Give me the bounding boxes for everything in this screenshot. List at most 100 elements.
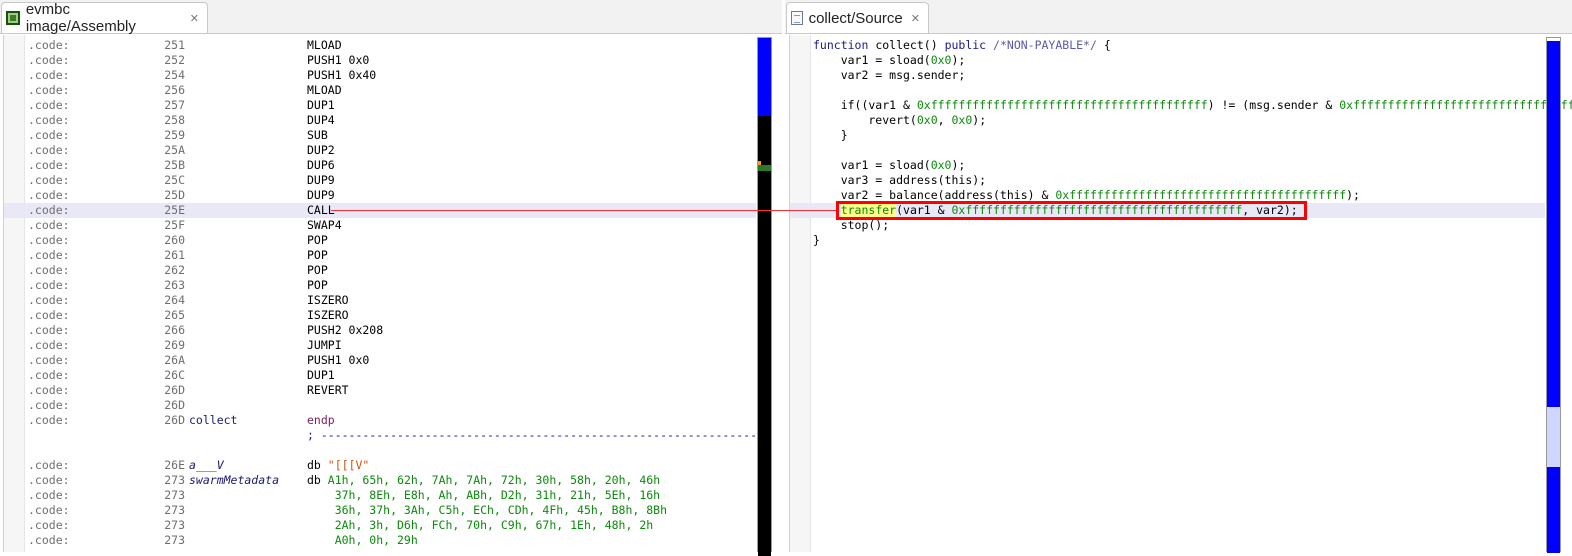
asm-instruction: DUP6 [307, 158, 335, 172]
asm-instruction: SWAP4 [307, 218, 342, 232]
asm-line: .code: 258 DUP4 [4, 113, 756, 128]
asm-address: 258 [164, 113, 185, 127]
hex-literal: 0xffffffffffffffffffffffffffffffffffffff… [1339, 98, 1572, 112]
hex-literal: 0xffffffffffffffffffffffffffffffffffffff… [916, 98, 1208, 112]
source-code: } [813, 128, 848, 142]
asm-segment: .code: [28, 398, 70, 412]
asm-line: .code: 273 36h, 37h, 3Ah, C5h, ECh, CDh, … [4, 503, 756, 518]
asm-line: .code: 26A PUSH1 0x0 [4, 353, 756, 368]
asm-instruction: JUMPI [307, 338, 342, 352]
asm-segment: .code: [28, 143, 70, 157]
asm-data-directive: db "[[[V" [307, 458, 369, 473]
source-line [790, 143, 1545, 158]
asm-line: .code: 261 POP [4, 248, 756, 263]
assembly-editor[interactable]: .code: 251 MLOAD .code: 252 PUSH1 0x0 .code: 25… [3, 35, 764, 552]
asm-line: .code: 25D DUP9 [4, 188, 756, 203]
asm-address: 273 [164, 518, 185, 532]
asm-address: 256 [164, 83, 185, 97]
asm-line: .code: 25A DUP2 [4, 143, 756, 158]
asm-instruction: POP [307, 278, 328, 292]
asm-segment: .code: [28, 263, 70, 277]
asm-segment: .code: [28, 278, 70, 292]
close-icon[interactable]: ✕ [190, 12, 199, 25]
asm-line: ; --------------------------------------… [4, 428, 764, 443]
asm-line: .code: 269 JUMPI [4, 338, 756, 353]
source-code: stop(); [813, 218, 890, 232]
asm-address: 254 [164, 68, 185, 82]
hex-literal: 0x0 [930, 53, 952, 67]
asm-address: 266 [164, 323, 185, 337]
asm-address: 26A [164, 353, 185, 367]
asm-segment: .code: [28, 98, 70, 112]
tab-assembly[interactable]: evmbc image/Assembly ✕ [1, 1, 208, 35]
asm-line: .code: 26C DUP1 [4, 368, 756, 383]
asm-line: .code: 26D [4, 398, 756, 413]
asm-address: 259 [164, 128, 185, 142]
asm-directive-keyword: db [307, 458, 321, 472]
asm-symbol: a___V [189, 458, 224, 472]
asm-data-directive: db A1h, 65h, 62h, 7Ah, 7Ah, 72h, 30h, 58… [307, 473, 660, 488]
asm-segment: .code: [28, 38, 70, 52]
asm-line: .code: 273 A0h, 0h, 29h [4, 533, 756, 548]
asm-data-directive: 37h, 8Eh, E8h, Ah, ABh, D2h, 31h, 21h, 5… [307, 488, 660, 503]
asm-address: 257 [164, 98, 185, 112]
asm-instruction: DUP9 [307, 173, 335, 187]
transfer-highlight-box [836, 201, 1307, 220]
assembly-lines: .code: 251 MLOAD .code: 252 PUSH1 0x0 .code: 25… [4, 38, 764, 548]
source-editor[interactable]: function collect() public /*NON-PAYABLE*… [789, 35, 1572, 552]
hex-literal: 0xffffffffffffffffffffffffffffffffffffff… [1055, 188, 1347, 202]
tab-assembly-label: evmbc image/Assembly [25, 1, 136, 35]
source-line: var1 = sload(0x0); [790, 158, 1545, 173]
asm-segment: .code: [28, 128, 70, 142]
asm-address: 25B [164, 158, 185, 172]
tab-source-label: collect/Source [808, 9, 903, 27]
asm-address: 264 [164, 293, 185, 307]
asm-bytes: 37h, 8Eh, E8h, Ah, ABh, D2h, 31h, 21h, 5… [307, 488, 661, 502]
asm-line: .code: 265 ISZERO [4, 308, 756, 323]
asm-address: 25A [164, 143, 185, 157]
source-line: var3 = address(this); [790, 173, 1545, 188]
asm-instruction: DUP4 [307, 113, 335, 127]
scroll-thumb[interactable] [1547, 467, 1560, 553]
asm-segment: .code: [28, 308, 70, 322]
asm-line: .code: 26D REVERT [4, 383, 756, 398]
tab-source[interactable]: collect/Source ✕ [786, 2, 929, 33]
assembly-scrollbar[interactable] [757, 37, 772, 556]
asm-line: .code: 259 SUB [4, 128, 756, 143]
assembly-panel: evmbc image/Assembly ✕ .code: 251 MLOAD .co… [0, 0, 782, 556]
asm-address: 26C [164, 368, 185, 382]
source-code: var1 = sload(0x0); [813, 53, 966, 67]
asm-segment: .code: [28, 113, 70, 127]
asm-bytes: 2Ah, 3h, D6h, FCh, 70h, C9h, 67h, 1Eh, 4… [307, 518, 654, 532]
source-line: } [790, 128, 1545, 143]
scroll-thumb[interactable] [1547, 41, 1560, 407]
asm-symbol: swarmMetadata [189, 473, 280, 487]
asm-address: 273 [164, 488, 185, 502]
asm-line: .code: 252 PUSH1 0x0 [4, 53, 756, 68]
source-scrollbar[interactable] [1546, 37, 1561, 553]
asm-address: 260 [164, 233, 185, 247]
asm-instruction: PUSH2 0x208 [307, 323, 384, 337]
source-code: } [813, 233, 820, 247]
asm-data-directive: A0h, 0h, 29h [307, 533, 418, 548]
asm-address: 252 [164, 53, 185, 67]
code-comment: /*NON-PAYABLE*/ [993, 38, 1097, 52]
asm-line: .code: 254 PUSH1 0x40 [4, 68, 756, 83]
source-line: var2 = msg.sender; [790, 68, 1545, 83]
asm-segment: .code: [28, 158, 70, 172]
asm-line: .code: 262 POP [4, 263, 756, 278]
asm-instruction: PUSH1 0x0 [307, 353, 370, 367]
close-icon[interactable]: ✕ [911, 12, 920, 25]
asm-separator: ; --------------------------------------… [307, 428, 764, 442]
scroll-thumb[interactable] [758, 38, 771, 116]
asm-instruction: POP [307, 248, 328, 262]
asm-symbol: collect [189, 413, 238, 427]
source-code: var3 = address(this); [813, 173, 987, 187]
source-line: } [790, 233, 1545, 248]
scroll-track-segment [1547, 407, 1560, 467]
asm-bytes: A1h, 65h, 62h, 7Ah, 7Ah, 72h, 30h, 58h, … [327, 473, 661, 487]
asm-segment: .code: [28, 458, 70, 472]
source-code: if((var1 & 0xfffffffffffffffffffffffffff… [813, 98, 1572, 113]
asm-instruction: DUP9 [307, 188, 335, 202]
asm-segment: .code: [28, 368, 70, 382]
